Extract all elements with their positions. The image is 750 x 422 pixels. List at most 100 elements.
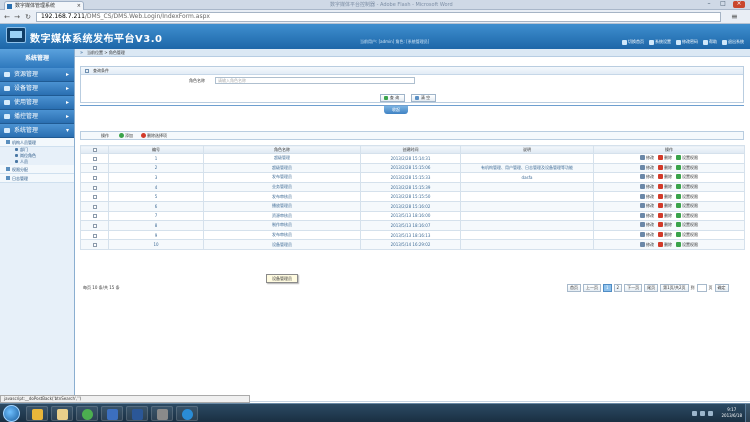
row-select-cell[interactable] [80,162,109,174]
home-link[interactable]: 切换首页 [622,39,644,45]
taskbar-app[interactable] [51,406,73,421]
edit-button[interactable]: 修改 [640,232,654,238]
delete-button[interactable]: 删除 [658,184,672,190]
role-name-input[interactable]: 请输入角色名称 [215,77,415,84]
edit-button[interactable]: 修改 [640,174,654,180]
row-select-cell[interactable] [80,172,109,183]
table-row[interactable]: 8 制作审核员 2013/5/13 18:16:07 修改 删除 设置权限 [80,220,745,231]
forward-icon[interactable]: → [13,13,21,21]
delete-button[interactable]: 删除 [658,174,672,180]
delete-selected-button[interactable]: 删除选择项 [141,132,167,139]
delete-button[interactable]: 删除 [658,155,672,161]
edit-button[interactable]: 修改 [640,241,654,248]
table-row[interactable]: 3 发布管理员 2013/2/28 15:15:33 dasfa 修改 删除 设置权限 [80,172,745,183]
network-icon[interactable] [692,411,697,416]
table-row[interactable]: 7 资源审核员 2013/5/13 18:16:00 修改 删除 设置权限 [80,210,745,222]
page-button[interactable]: 1 [603,284,612,292]
taskbar-app[interactable] [26,406,48,421]
set-permission-button[interactable]: 设置权限 [676,184,698,190]
logout-link[interactable]: 退出系统 [722,39,744,45]
start-button[interactable] [3,405,20,422]
row-checkbox[interactable] [92,156,97,161]
delete-button[interactable]: 删除 [658,222,672,228]
next-page-button[interactable]: 下一页 [624,284,643,292]
help-link[interactable]: 帮助 [703,39,717,45]
select-all-checkbox[interactable] [92,148,97,152]
goto-page-input[interactable] [696,284,707,292]
row-select-cell[interactable] [80,220,109,231]
column-header[interactable]: 编号 [108,145,204,154]
edit-button[interactable]: 修改 [640,184,654,190]
sidebar-group-permission[interactable]: 权限分配 [0,165,74,174]
sidebar-group-org[interactable]: 机构人员管理 [0,138,74,147]
sidebar-group-log[interactable]: 日志管理 [0,174,74,183]
row-checkbox[interactable] [92,233,97,238]
delete-button[interactable]: 删除 [658,193,672,200]
sidebar-item-resources[interactable]: 资源管理 ▸ [0,68,74,82]
reset-button[interactable]: 清 空 [411,94,436,102]
table-row[interactable]: 9 发布审核员 2013/5/13 18:16:13 修改 删除 设置权限 [80,229,745,241]
set-permission-button[interactable]: 设置权限 [676,203,698,209]
clock[interactable]: 9:17 2013/6/18 [721,407,742,419]
edit-button[interactable]: 修改 [640,222,654,228]
maximize-button[interactable]: □ [717,1,729,8]
row-select-cell[interactable] [80,229,109,241]
edit-button[interactable]: 修改 [640,164,654,171]
table-row[interactable]: 10 设备管理员 2013/5/14 16:29:02 修改 删除 设置权限 [80,239,745,250]
edit-button[interactable]: 修改 [640,155,654,161]
delete-button[interactable]: 删除 [658,212,672,219]
set-permission-button[interactable]: 设置权限 [676,174,698,180]
sidebar-item-devices[interactable]: 设备管理 ▸ [0,82,74,96]
url-input[interactable]: 192.168.7.211/DMS_CS/DMS.Web.Login/Index… [36,12,721,22]
password-link[interactable]: 修改密码 [676,39,698,45]
taskbar-app[interactable] [126,406,148,421]
set-permission-button[interactable]: 设置权限 [676,222,698,228]
row-select-cell[interactable] [80,200,109,212]
add-button[interactable]: 添加 [119,132,133,139]
row-select-cell[interactable] [80,239,109,250]
row-select-cell[interactable] [80,181,109,193]
browser-menu-icon[interactable]: ≡ [731,13,741,21]
sidebar-item-usage[interactable]: 使用管理 ▸ [0,96,74,110]
row-checkbox[interactable] [92,223,97,228]
edit-button[interactable]: 修改 [640,193,654,200]
close-window-button[interactable]: × [733,1,745,8]
row-select-cell[interactable] [80,191,109,202]
table-row[interactable]: 1 超级管理 2013/2/28 15:14:31 修改 删除 设置权限 [80,153,745,164]
set-permission-button[interactable]: 设置权限 [676,232,698,238]
search-button[interactable]: 查 询 [380,94,405,102]
row-select-cell[interactable] [80,153,109,164]
close-tab-icon[interactable]: × [77,2,81,10]
delete-button[interactable]: 删除 [658,203,672,209]
sidebar-item-system[interactable]: 系统管理 ▾ [0,124,74,138]
back-icon[interactable]: ← [3,13,11,21]
volume-icon[interactable] [700,411,705,416]
row-checkbox[interactable] [92,243,97,248]
table-row[interactable]: 5 发布审核员 2013/2/28 15:15:50 修改 删除 设置权限 [80,191,745,202]
taskbar-app[interactable] [151,406,173,421]
select-all-header[interactable] [80,145,109,154]
flag-icon[interactable] [708,411,713,416]
row-checkbox[interactable] [92,204,97,209]
row-checkbox[interactable] [92,214,97,219]
taskbar-app[interactable] [176,406,198,421]
prev-page-button[interactable]: 上一页 [583,284,601,292]
column-header[interactable]: 角色名称 [203,145,361,154]
delete-button[interactable]: 删除 [658,164,672,171]
edit-button[interactable]: 修改 [640,203,654,209]
row-checkbox[interactable] [92,195,97,200]
browser-tab[interactable]: 数字媒体管理系统 × [4,1,84,10]
collapse-tab[interactable]: 收起 [384,106,408,114]
taskbar-app[interactable] [76,406,98,421]
set-permission-button[interactable]: 设置权限 [676,241,698,248]
set-permission-button[interactable]: 设置权限 [676,164,698,171]
show-desktop-button[interactable] [745,404,750,422]
row-select-cell[interactable] [80,210,109,222]
sidebar-item-broadcast[interactable]: 播控管理 ▸ [0,110,74,124]
page-button[interactable]: 2 [613,284,623,292]
goto-confirm-button[interactable]: 确定 [714,284,729,292]
settings-link[interactable]: 系统设置 [649,39,671,45]
row-checkbox[interactable] [92,175,97,180]
set-permission-button[interactable]: 设置权限 [676,155,698,161]
set-permission-button[interactable]: 设置权限 [676,193,698,200]
